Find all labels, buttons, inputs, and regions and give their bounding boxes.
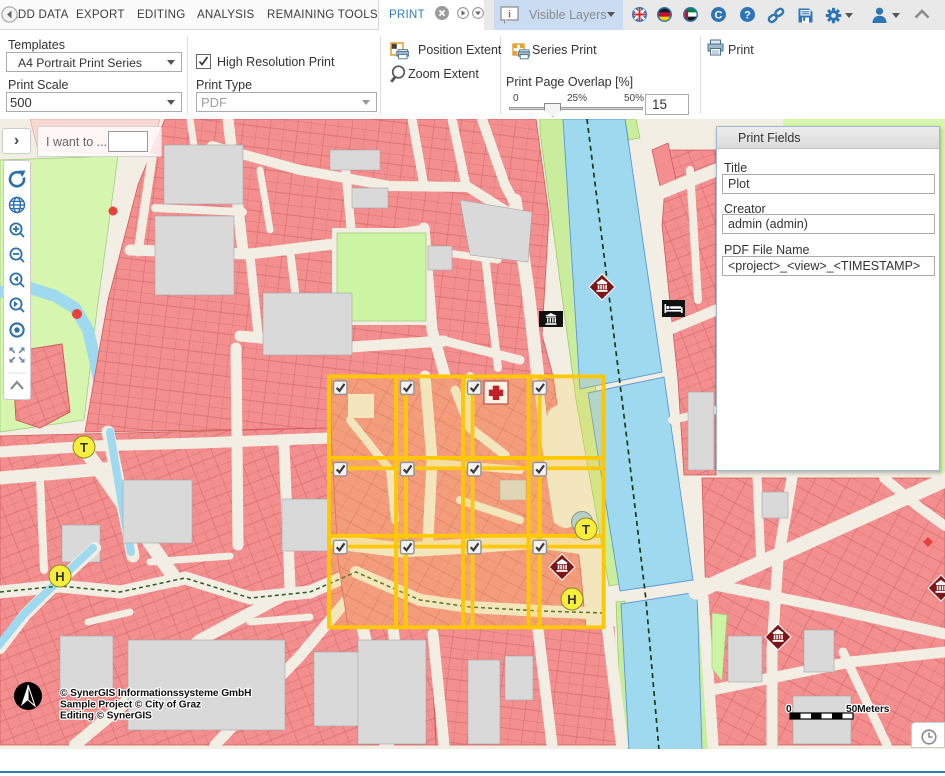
svg-text:T: T xyxy=(582,522,590,537)
svg-text:© SynerGIS Informationssysteme: © SynerGIS Informationssysteme GmbH xyxy=(60,688,251,699)
svg-text:i: i xyxy=(508,10,511,21)
svg-text:C: C xyxy=(715,10,723,22)
svg-text:H: H xyxy=(567,592,576,607)
svg-text:T: T xyxy=(80,440,88,455)
svg-text:Sample Project © City of Graz: Sample Project © City of Graz xyxy=(60,699,201,710)
svg-text:Editing © SynerGIS: Editing © SynerGIS xyxy=(60,711,152,722)
svg-text:H: H xyxy=(55,569,64,584)
svg-text:?: ? xyxy=(744,10,751,22)
